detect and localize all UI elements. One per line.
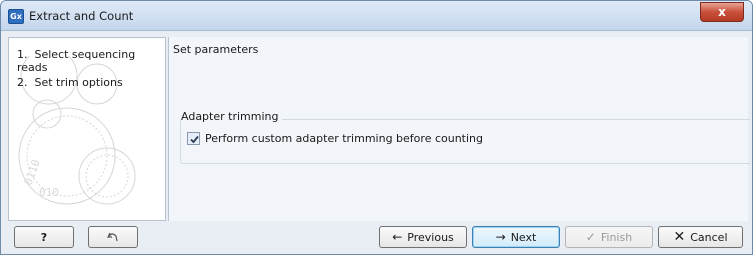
steps-list: 1. Select sequencing reads 2. Set trim o… bbox=[17, 48, 165, 104]
adapter-trimming-option[interactable]: Perform custom adapter trimming before c… bbox=[187, 132, 483, 145]
previous-label: Previous bbox=[407, 230, 454, 244]
reset-button[interactable] bbox=[88, 226, 138, 248]
finish-label: Finish bbox=[600, 230, 633, 244]
steps-panel: 0110 010 1. Select sequencing reads 2. S… bbox=[8, 37, 166, 221]
next-button[interactable]: → Next bbox=[472, 226, 560, 248]
step-item: 2. Set trim options bbox=[17, 76, 165, 104]
close-icon: x bbox=[718, 5, 726, 19]
previous-button[interactable]: ← Previous bbox=[379, 226, 467, 248]
group-title: Adapter trimming bbox=[181, 110, 283, 123]
arrow-right-icon: → bbox=[495, 230, 506, 244]
cancel-button[interactable]: ✕ Cancel bbox=[658, 226, 743, 248]
wizard-body: 0110 010 1. Select sequencing reads 2. S… bbox=[8, 37, 750, 221]
checkmark-icon: ✓ bbox=[585, 230, 596, 244]
arrow-left-icon: ← bbox=[392, 230, 403, 244]
x-icon: ✕ bbox=[673, 229, 686, 245]
svg-text:0110: 0110 bbox=[22, 158, 43, 187]
section-title: Set parameters bbox=[173, 43, 259, 56]
close-button[interactable]: x bbox=[700, 2, 744, 22]
check-icon bbox=[190, 135, 199, 144]
finish-button[interactable]: ✓ Finish bbox=[565, 226, 653, 248]
cancel-label: Cancel bbox=[690, 230, 728, 244]
next-label: Next bbox=[510, 230, 537, 244]
step-label: Set trim options bbox=[34, 76, 123, 89]
undo-icon bbox=[107, 232, 118, 242]
step-number: 1. bbox=[17, 48, 28, 61]
button-bar: ? ← Previous → Next ✓ Finish ✕ Cancel bbox=[1, 223, 752, 254]
app-icon: Gx bbox=[8, 9, 24, 24]
help-label: ? bbox=[40, 230, 48, 244]
step-item: 1. Select sequencing reads bbox=[17, 48, 165, 76]
wizard-window: Gx Extract and Count x 0110 010 1. Selec… bbox=[0, 0, 753, 255]
adapter-trimming-checkbox[interactable] bbox=[187, 132, 200, 145]
content-panel: Set parameters Adapter trimming Perform … bbox=[168, 37, 750, 221]
step-label: Select sequencing reads bbox=[17, 48, 136, 74]
svg-text:010: 010 bbox=[39, 186, 59, 199]
help-button[interactable]: ? bbox=[14, 226, 74, 248]
window-title: Extract and Count bbox=[29, 9, 134, 23]
title-bar[interactable]: Gx Extract and Count x bbox=[1, 1, 752, 31]
checkbox-label: Perform custom adapter trimming before c… bbox=[205, 132, 483, 145]
step-number: 2. bbox=[17, 76, 28, 89]
